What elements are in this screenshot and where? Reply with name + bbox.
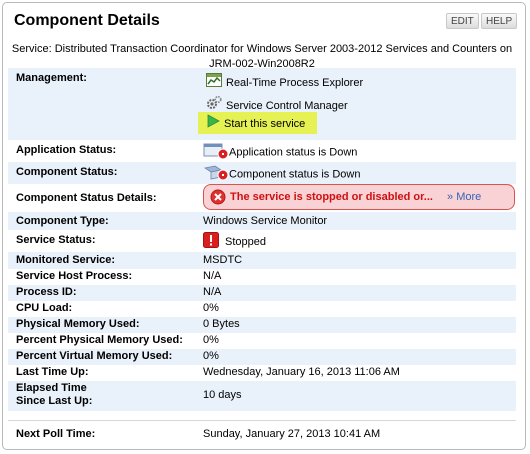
start-service-label[interactable]: Start this service <box>224 118 305 130</box>
physical-memory-used-value: 0 Bytes <box>203 318 240 330</box>
service-status-value: Stopped <box>203 232 266 251</box>
cpu-load-row <box>8 301 516 317</box>
percent-physical-memory-label: Percent Physical Memory Used: <box>16 334 183 346</box>
service-control-manager-link[interactable]: Service Control Manager <box>206 95 348 113</box>
elapsed-time-label: Elapsed Time Since Last Up: <box>16 382 92 408</box>
application-status-value: Application status is Down <box>203 142 357 163</box>
component-type-label: Component Type: <box>16 215 109 227</box>
play-icon <box>206 114 220 134</box>
elapsed-time-label-line-2: Since Last Up: <box>16 395 93 407</box>
next-poll-time-label: Next Poll Time: <box>16 428 96 440</box>
service-control-manager-label[interactable]: Service Control Manager <box>226 100 348 112</box>
component-down-icon <box>203 164 229 185</box>
more-link-chevron: » <box>447 191 454 203</box>
elapsed-time-label-line-1: Elapsed Time <box>16 382 87 394</box>
error-message-text: The service is stopped or disabled or... <box>230 191 433 203</box>
application-status-label: Application Status: <box>16 144 117 156</box>
monitored-service-label: Monitored Service: <box>16 254 116 266</box>
cpu-load-label: CPU Load: <box>16 302 73 314</box>
application-down-icon <box>203 142 229 163</box>
more-link-label[interactable]: More <box>456 191 481 203</box>
process-explorer-icon <box>206 73 222 93</box>
component-type-value: Windows Service Monitor <box>203 215 328 227</box>
application-status-text: Application status is Down <box>229 146 358 159</box>
more-link[interactable]: » More <box>447 191 481 203</box>
help-button[interactable]: HELP <box>481 13 518 29</box>
last-time-up-label: Last Time Up: <box>16 366 89 378</box>
next-poll-time-value: Sunday, January 27, 2013 10:41 AM <box>203 428 381 440</box>
component-status-details-label: Component Status Details: <box>16 192 157 204</box>
service-status-text: Stopped <box>225 235 266 248</box>
last-time-up-value: Wednesday, January 16, 2013 11:06 AM <box>203 366 400 378</box>
service-description-line-1: Service: Distributed Transaction Coordin… <box>11 43 513 55</box>
physical-memory-used-label: Physical Memory Used: <box>16 318 140 330</box>
monitored-service-value: MSDTC <box>203 254 243 266</box>
elapsed-time-value: 10 days <box>203 389 242 401</box>
percent-virtual-memory-value: 0% <box>203 350 219 362</box>
process-id-label: Process ID: <box>16 286 77 298</box>
process-id-row <box>8 285 516 301</box>
page-title: Component Details <box>14 12 160 29</box>
service-host-process-label: Service Host Process: <box>16 270 133 282</box>
cpu-load-value: 0% <box>203 302 219 314</box>
process-explorer-link[interactable]: Real-Time Process Explorer <box>206 73 363 91</box>
error-message-box: The service is stopped or disabled or...… <box>203 184 515 210</box>
divider <box>8 420 516 421</box>
service-host-process-value: N/A <box>203 270 222 282</box>
edit-button[interactable]: EDIT <box>446 13 479 29</box>
component-status-text: Component status is Down <box>229 168 361 181</box>
management-label: Management: <box>16 72 87 84</box>
service-stopped-icon <box>203 232 219 251</box>
process-id-value: N/A <box>203 286 222 298</box>
error-x-icon <box>210 189 226 208</box>
process-explorer-label[interactable]: Real-Time Process Explorer <box>226 77 363 89</box>
percent-physical-memory-value: 0% <box>203 334 219 346</box>
percent-virtual-memory-label: Percent Virtual Memory Used: <box>16 350 173 362</box>
start-service-link[interactable]: Start this service <box>206 114 305 132</box>
component-status-label: Component Status: <box>16 166 118 178</box>
service-status-label: Service Status: <box>16 234 96 246</box>
component-status-value: Component status is Down <box>203 164 360 185</box>
